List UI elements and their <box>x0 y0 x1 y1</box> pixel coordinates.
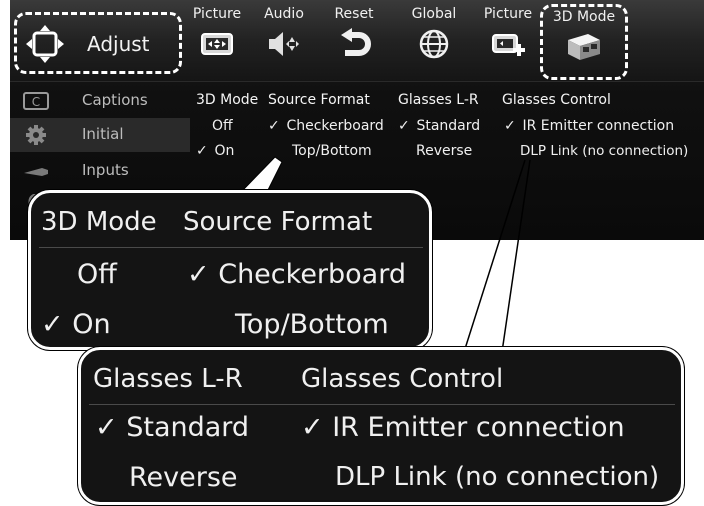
zoom-callout-glasses: Glasses L-R Glasses Control ✓ Standard R… <box>78 347 684 505</box>
callout-divider <box>89 404 675 405</box>
callout-option-reverse[interactable]: Reverse <box>129 462 238 493</box>
callout-header-source-format: Source Format <box>183 207 373 237</box>
checkmark-icon: ✓ <box>41 309 64 340</box>
callout-option-dlp-link[interactable]: DLP Link (no connection) <box>335 462 659 492</box>
checkmark-icon: ✓ <box>187 259 210 290</box>
option-label: Off <box>77 259 117 290</box>
option-label: DLP Link (no connection) <box>335 462 660 492</box>
option-label: Checkerboard <box>218 259 406 290</box>
callout-option-checkerboard[interactable]: ✓ Checkerboard <box>187 259 406 290</box>
zoom-callout-3d-source: 3D Mode Source Format Off ✓ On ✓ Checker… <box>28 190 432 350</box>
option-label: Reverse <box>129 462 238 493</box>
option-label: On <box>72 309 111 340</box>
callout-header-3d-mode: 3D Mode <box>41 207 157 237</box>
checkmark-icon: ✓ <box>95 412 118 443</box>
checkmark-icon: ✓ <box>301 412 324 443</box>
option-label: Top/Bottom <box>235 309 389 340</box>
option-label: Standard <box>126 412 250 443</box>
callout-option-top-bottom[interactable]: Top/Bottom <box>235 309 389 340</box>
callout-option-ir-emitter[interactable]: ✓ IR Emitter connection <box>301 412 625 443</box>
callout-divider <box>39 247 423 248</box>
callout-header-glasses-lr: Glasses L-R <box>93 364 243 394</box>
option-label: IR Emitter connection <box>332 412 625 443</box>
callout-option-off[interactable]: Off <box>77 259 117 290</box>
callout-header-glasses-control: Glasses Control <box>301 364 504 394</box>
callout-option-on[interactable]: ✓ On <box>41 309 111 340</box>
callout-option-standard[interactable]: ✓ Standard <box>95 412 249 443</box>
